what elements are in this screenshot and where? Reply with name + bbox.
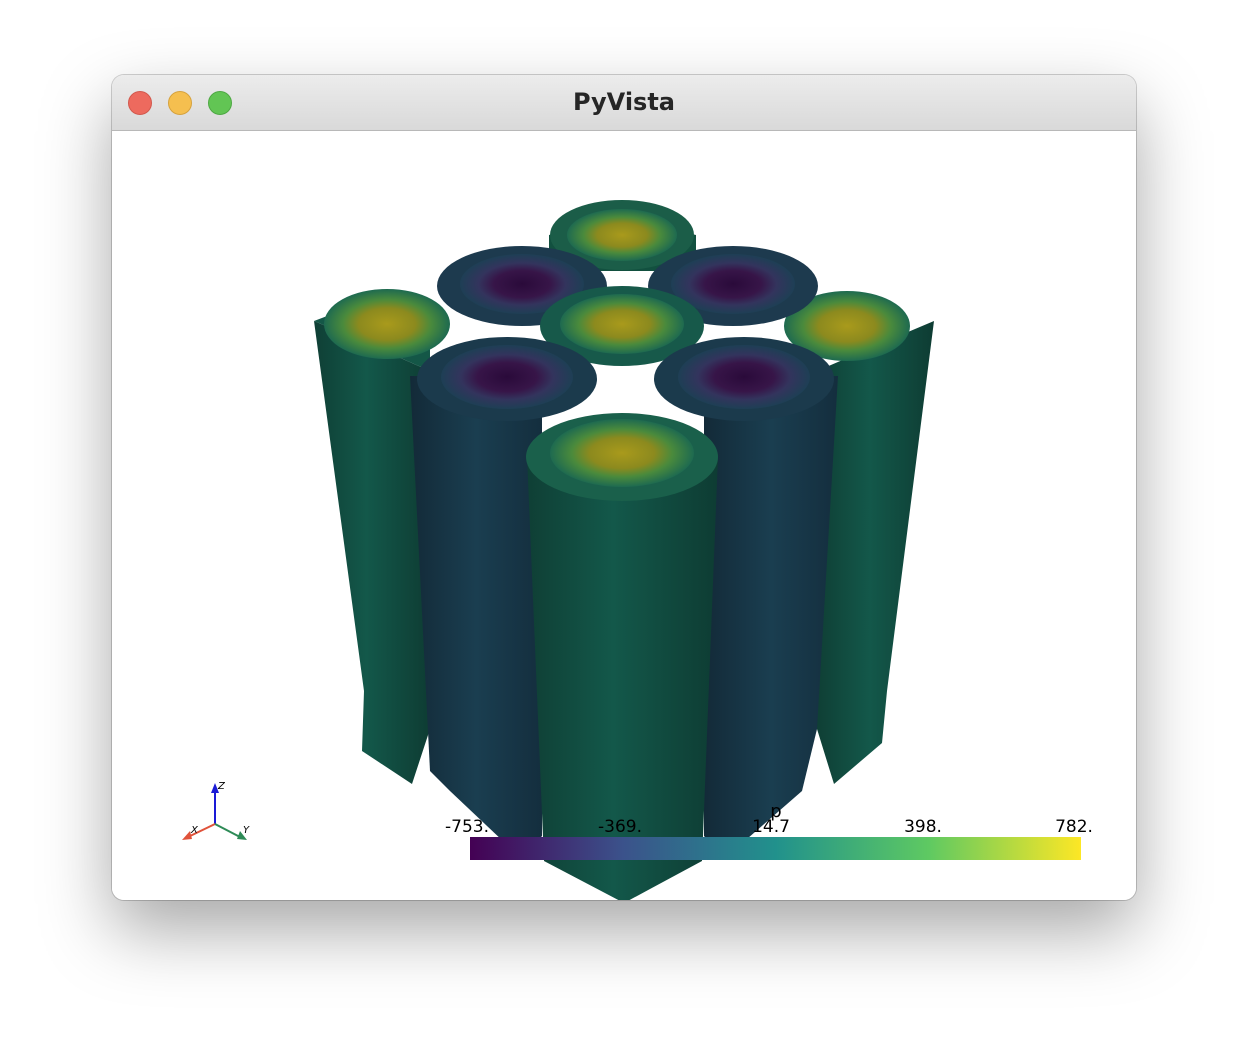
scalar-bar-tick-2: 14.7 xyxy=(752,817,790,837)
window-title: PyVista xyxy=(572,88,675,116)
scene-svg[interactable]: Z X Y p -753. -369. 14.7 398. 782. xyxy=(112,131,1136,900)
scalar-bar-tick-3: 398. xyxy=(904,817,942,837)
scalar-bar-colormap xyxy=(470,837,1081,860)
render-viewport[interactable]: Z X Y p -753. -369. 14.7 398. 782. xyxy=(112,131,1136,900)
y-axis-label: Y xyxy=(243,825,250,836)
pyvista-window: PyVista Z X Y p -753. -369. 14.7 398. 78… xyxy=(112,75,1136,900)
x-axis-label: X xyxy=(190,825,199,836)
scalar-bar-tick-1: -369. xyxy=(598,817,642,837)
axes-widget: Z X Y xyxy=(182,781,250,840)
title-bar[interactable]: PyVista xyxy=(112,75,1136,131)
scalar-bar-tick-4: 782. xyxy=(1055,817,1093,837)
scalar-bar-tick-0: -753. xyxy=(445,817,489,837)
y-axis-line xyxy=(214,823,241,838)
z-axis-label: Z xyxy=(217,781,226,792)
